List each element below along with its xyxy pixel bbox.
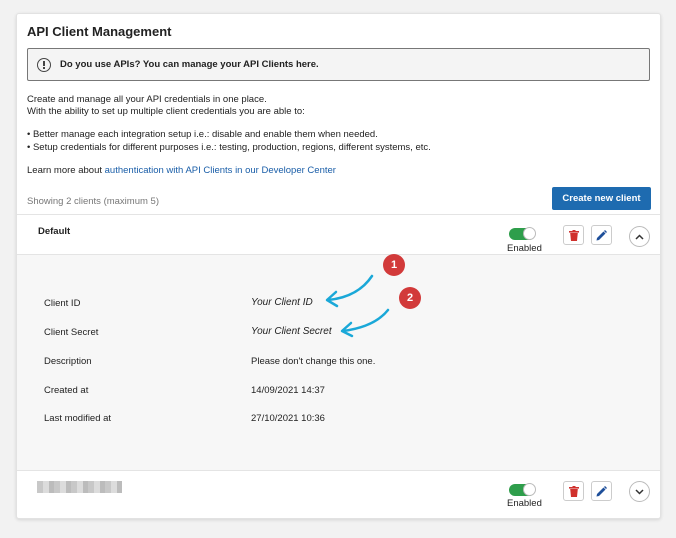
redacted-client-name	[37, 481, 122, 493]
collapse-button[interactable]	[629, 226, 650, 247]
created-value: 14/09/2021 14:37	[251, 385, 325, 396]
client-name[interactable]: Default	[38, 226, 70, 237]
delete-button[interactable]	[563, 481, 584, 501]
client-id-value: Your Client ID	[251, 297, 313, 308]
description-value: Please don't change this one.	[251, 356, 376, 367]
notice-text: Do you use APIs? You can manage your API…	[60, 59, 319, 70]
created-label: Created at	[44, 385, 89, 396]
annotation-badge: 1	[383, 254, 405, 276]
chevron-down-icon	[635, 488, 644, 495]
annotation-badge: 2	[399, 287, 421, 309]
learn-more: Learn more about authentication with API…	[27, 165, 336, 176]
learn-more-prefix: Learn more about	[27, 165, 105, 176]
delete-button[interactable]	[563, 225, 584, 245]
client-id-label: Client ID	[44, 298, 81, 309]
divider	[17, 470, 660, 471]
arrow-icon	[325, 274, 374, 308]
toggle-label: Enabled	[507, 243, 542, 254]
api-client-card: API Client Management Do you use APIs? Y…	[16, 13, 661, 519]
toggle-label: Enabled	[507, 498, 542, 509]
enabled-toggle[interactable]	[509, 483, 536, 496]
expand-button[interactable]	[629, 481, 650, 502]
modified-value: 27/10/2021 10:36	[251, 413, 325, 424]
edit-button[interactable]	[591, 481, 612, 501]
trash-icon	[568, 229, 579, 241]
info-notice: Do you use APIs? You can manage your API…	[27, 48, 650, 81]
description-label: Description	[44, 356, 92, 367]
list-item: Setup credentials for different purposes…	[27, 141, 431, 154]
info-circle-icon	[37, 57, 51, 72]
page-title: API Client Management	[27, 24, 172, 39]
create-client-button[interactable]: Create new client	[552, 187, 651, 210]
pencil-icon	[596, 229, 607, 240]
list-item: Better manage each integration setup i.e…	[27, 128, 431, 141]
benefits-list: Better manage each integration setup i.e…	[27, 128, 431, 154]
description-line: Create and manage all your API credentia…	[27, 94, 267, 105]
enabled-toggle[interactable]	[509, 227, 536, 240]
edit-button[interactable]	[591, 225, 612, 245]
pencil-icon	[596, 485, 607, 496]
developer-center-link[interactable]: authentication with API Clients in our D…	[105, 165, 336, 176]
client-count: Showing 2 clients (maximum 5)	[27, 196, 159, 207]
description-line: With the ability to set up multiple clie…	[27, 106, 305, 117]
modified-label: Last modified at	[44, 413, 112, 424]
trash-icon	[568, 485, 579, 497]
client-secret-value: Your Client Secret	[251, 326, 332, 337]
chevron-up-icon	[635, 233, 644, 240]
description: Create and manage all your API credentia…	[27, 94, 305, 118]
client-secret-label: Client Secret	[44, 327, 99, 338]
divider	[17, 214, 660, 215]
arrow-icon	[340, 308, 390, 338]
